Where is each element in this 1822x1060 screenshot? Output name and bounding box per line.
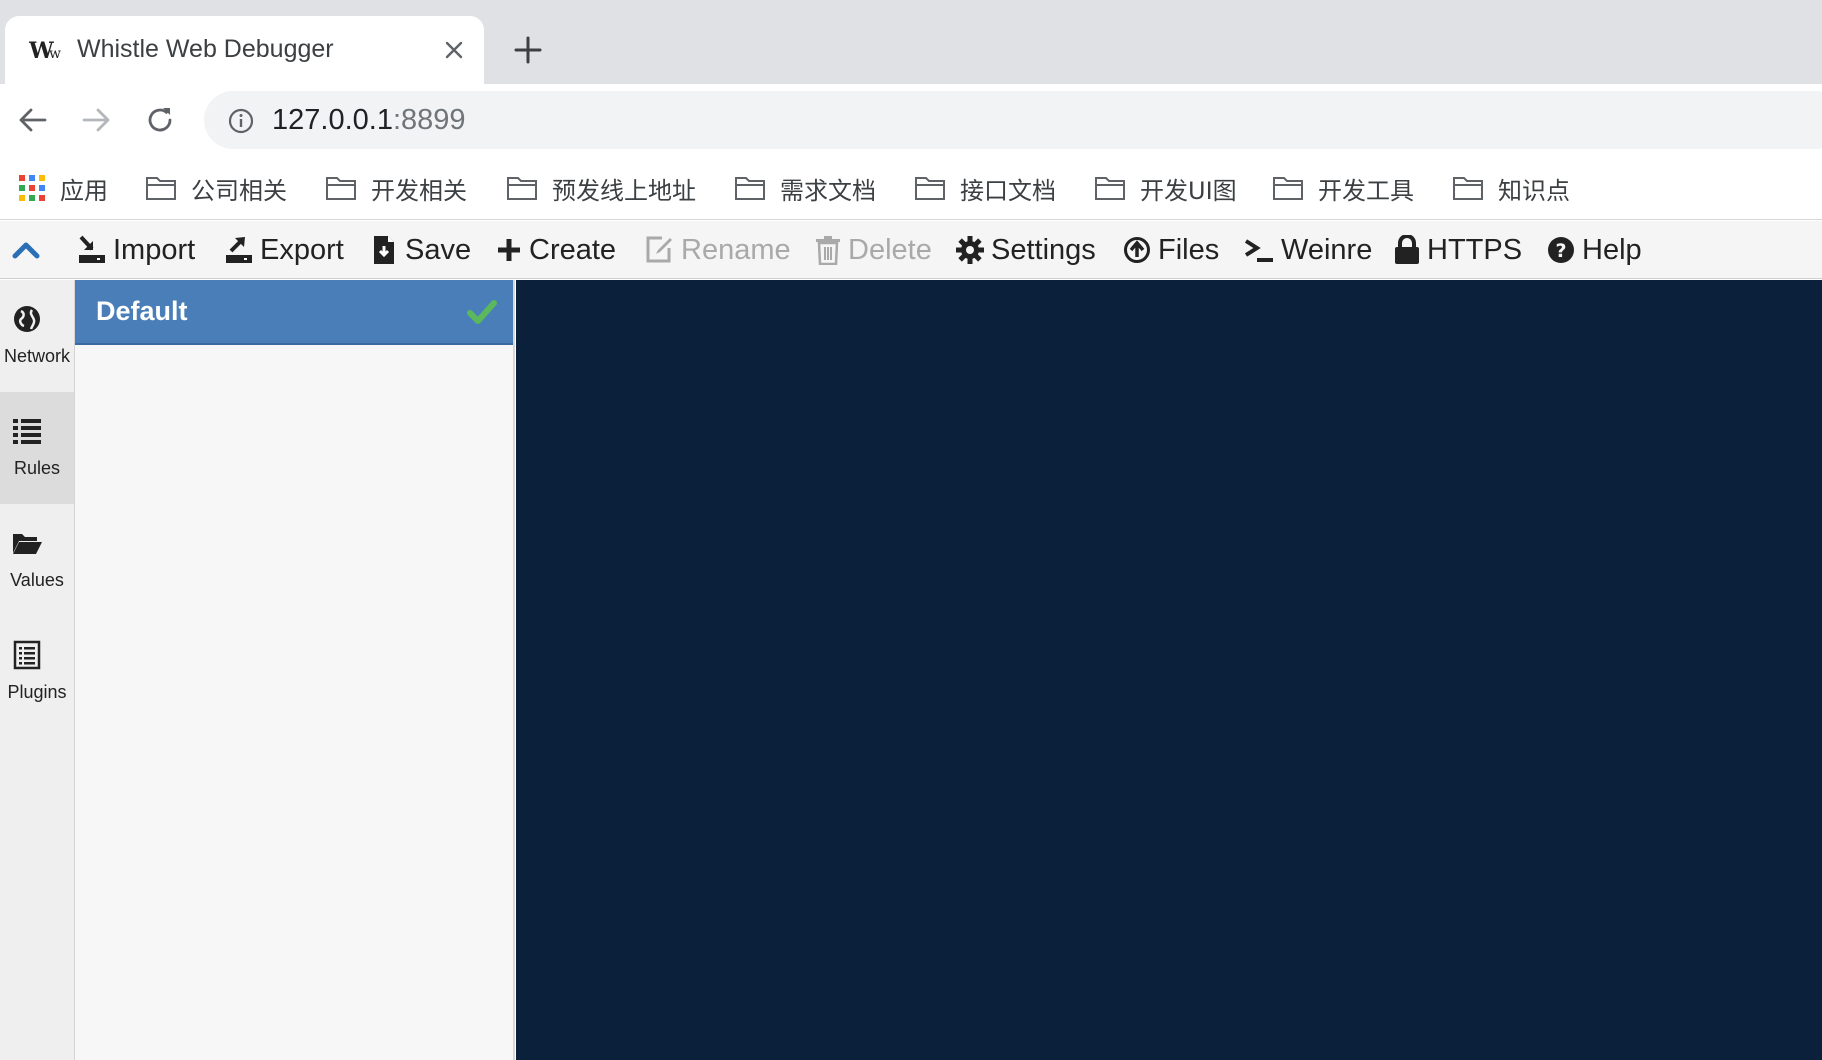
info-icon[interactable] [226, 106, 256, 136]
bookmark-folder[interactable]: 开发相关 [325, 170, 467, 206]
rename-button[interactable]: Rename [644, 221, 791, 279]
create-button[interactable]: Create [496, 221, 616, 279]
browser-tab-strip: W w Whistle Web Debugger [0, 0, 1822, 84]
edit-icon [646, 236, 672, 263]
help-label: Help [1582, 233, 1642, 266]
folder-icon [326, 177, 356, 200]
apps-grid-icon [19, 175, 45, 201]
bookmark-label: 需求文档 [780, 176, 876, 205]
rules-list: Default [75, 280, 515, 1060]
import-button[interactable]: Import [78, 221, 195, 279]
rename-label: Rename [681, 233, 791, 266]
trash-icon [816, 236, 840, 265]
list-icon [13, 419, 41, 444]
folder-icon [146, 177, 176, 200]
save-button[interactable]: Save [372, 221, 471, 279]
nav-label: Rules [13, 458, 61, 478]
forward-arrow-icon[interactable] [76, 100, 116, 140]
bookmark-label: 预发线上地址 [552, 176, 696, 205]
lock-icon [1395, 235, 1419, 264]
terminal-icon [1244, 239, 1273, 262]
help-button[interactable]: ? Help [1547, 221, 1642, 279]
create-label: Create [529, 233, 617, 266]
folder-open-icon [13, 534, 42, 554]
folder-icon [915, 177, 945, 200]
back-arrow-icon[interactable] [13, 100, 53, 140]
https-label: HTTPS [1427, 233, 1523, 266]
bookmark-folder[interactable]: 开发UI图 [1094, 170, 1237, 206]
https-button[interactable]: HTTPS [1394, 221, 1522, 279]
chevron-up-icon[interactable] [8, 233, 44, 267]
address-bar[interactable]: 127.0.0.1:8899 [204, 91, 1822, 149]
close-tab-icon[interactable] [440, 36, 468, 64]
bookmarks-bar: 应用 公司相关 开发相关 预发线上地址 需求文档 接口文档 开发UI图 开发工具… [0, 156, 1822, 220]
nav-item-rules[interactable]: Rules [0, 392, 74, 504]
nav-item-plugins[interactable]: Plugins [0, 616, 74, 728]
bookmark-folder[interactable]: 公司相关 [145, 170, 287, 206]
plugin-list-icon [13, 640, 41, 670]
gear-icon [956, 236, 984, 264]
export-icon [226, 237, 252, 263]
folder-icon [735, 177, 765, 200]
reload-icon[interactable] [140, 100, 180, 140]
rules-editor[interactable] [516, 280, 1822, 1060]
nav-label: Network [3, 346, 70, 366]
tab-title: Whistle Web Debugger [77, 35, 334, 63]
weinre-button[interactable]: Weinre [1244, 221, 1372, 279]
bookmark-folder[interactable]: 知识点 [1452, 170, 1570, 206]
bookmark-apps[interactable]: 应用 [18, 170, 108, 206]
bookmark-label: 接口文档 [960, 176, 1056, 205]
browser-tab[interactable]: W w Whistle Web Debugger [5, 16, 484, 84]
question-circle-icon: ? [1548, 237, 1574, 263]
plus-icon [498, 239, 520, 261]
bookmark-folder[interactable]: 预发线上地址 [506, 170, 696, 206]
files-label: Files [1158, 233, 1220, 266]
bookmark-label: 开发相关 [371, 176, 467, 205]
svg-text:?: ? [1555, 240, 1566, 262]
rule-name: Default [96, 296, 188, 326]
svg-text:w: w [49, 46, 61, 62]
bookmark-folder[interactable]: 接口文档 [914, 170, 1056, 206]
delete-button[interactable]: Delete [815, 221, 932, 279]
weinre-label: Weinre [1281, 233, 1373, 266]
bookmark-label: 应用 [60, 176, 108, 205]
bookmark-label: 公司相关 [191, 176, 287, 205]
checkmark-icon [467, 300, 497, 324]
url-host: 127.0.0.1 [272, 104, 393, 136]
left-nav: Network Rules Values Plugins [0, 280, 75, 1060]
folder-icon [507, 177, 537, 200]
settings-button[interactable]: Settings [956, 221, 1096, 279]
nav-label: Plugins [7, 682, 67, 702]
import-icon [79, 235, 105, 263]
bookmark-label: 开发工具 [1318, 176, 1414, 205]
bookmark-folder[interactable]: 开发工具 [1272, 170, 1414, 206]
folder-icon [1095, 177, 1125, 200]
new-tab-icon[interactable] [510, 32, 546, 68]
rule-item-default[interactable]: Default [75, 280, 513, 345]
export-button[interactable]: Export [225, 221, 344, 279]
whistle-logo-icon: W w [29, 38, 61, 64]
export-label: Export [260, 233, 344, 266]
whistle-menu-bar: Import Export Save Create Rename Delete … [0, 221, 1822, 279]
bookmark-folder[interactable]: 需求文档 [734, 170, 876, 206]
folder-icon [1273, 177, 1303, 200]
address-url: 127.0.0.1:8899 [272, 104, 466, 137]
browser-toolbar: 127.0.0.1:8899 [0, 84, 1822, 156]
globe-icon [14, 306, 40, 332]
delete-label: Delete [848, 233, 932, 266]
nav-item-network[interactable]: Network [0, 280, 74, 392]
upload-circle-icon [1124, 237, 1150, 263]
folder-icon [1453, 177, 1483, 200]
import-label: Import [113, 233, 196, 266]
nav-label: Values [10, 570, 64, 590]
bookmark-label: 知识点 [1498, 176, 1570, 205]
save-label: Save [405, 233, 472, 266]
bookmark-label: 开发UI图 [1140, 176, 1237, 205]
nav-item-values[interactable]: Values [0, 504, 74, 616]
settings-label: Settings [991, 233, 1096, 266]
files-button[interactable]: Files [1123, 221, 1219, 279]
save-icon [374, 236, 394, 264]
url-port: :8899 [392, 104, 466, 136]
